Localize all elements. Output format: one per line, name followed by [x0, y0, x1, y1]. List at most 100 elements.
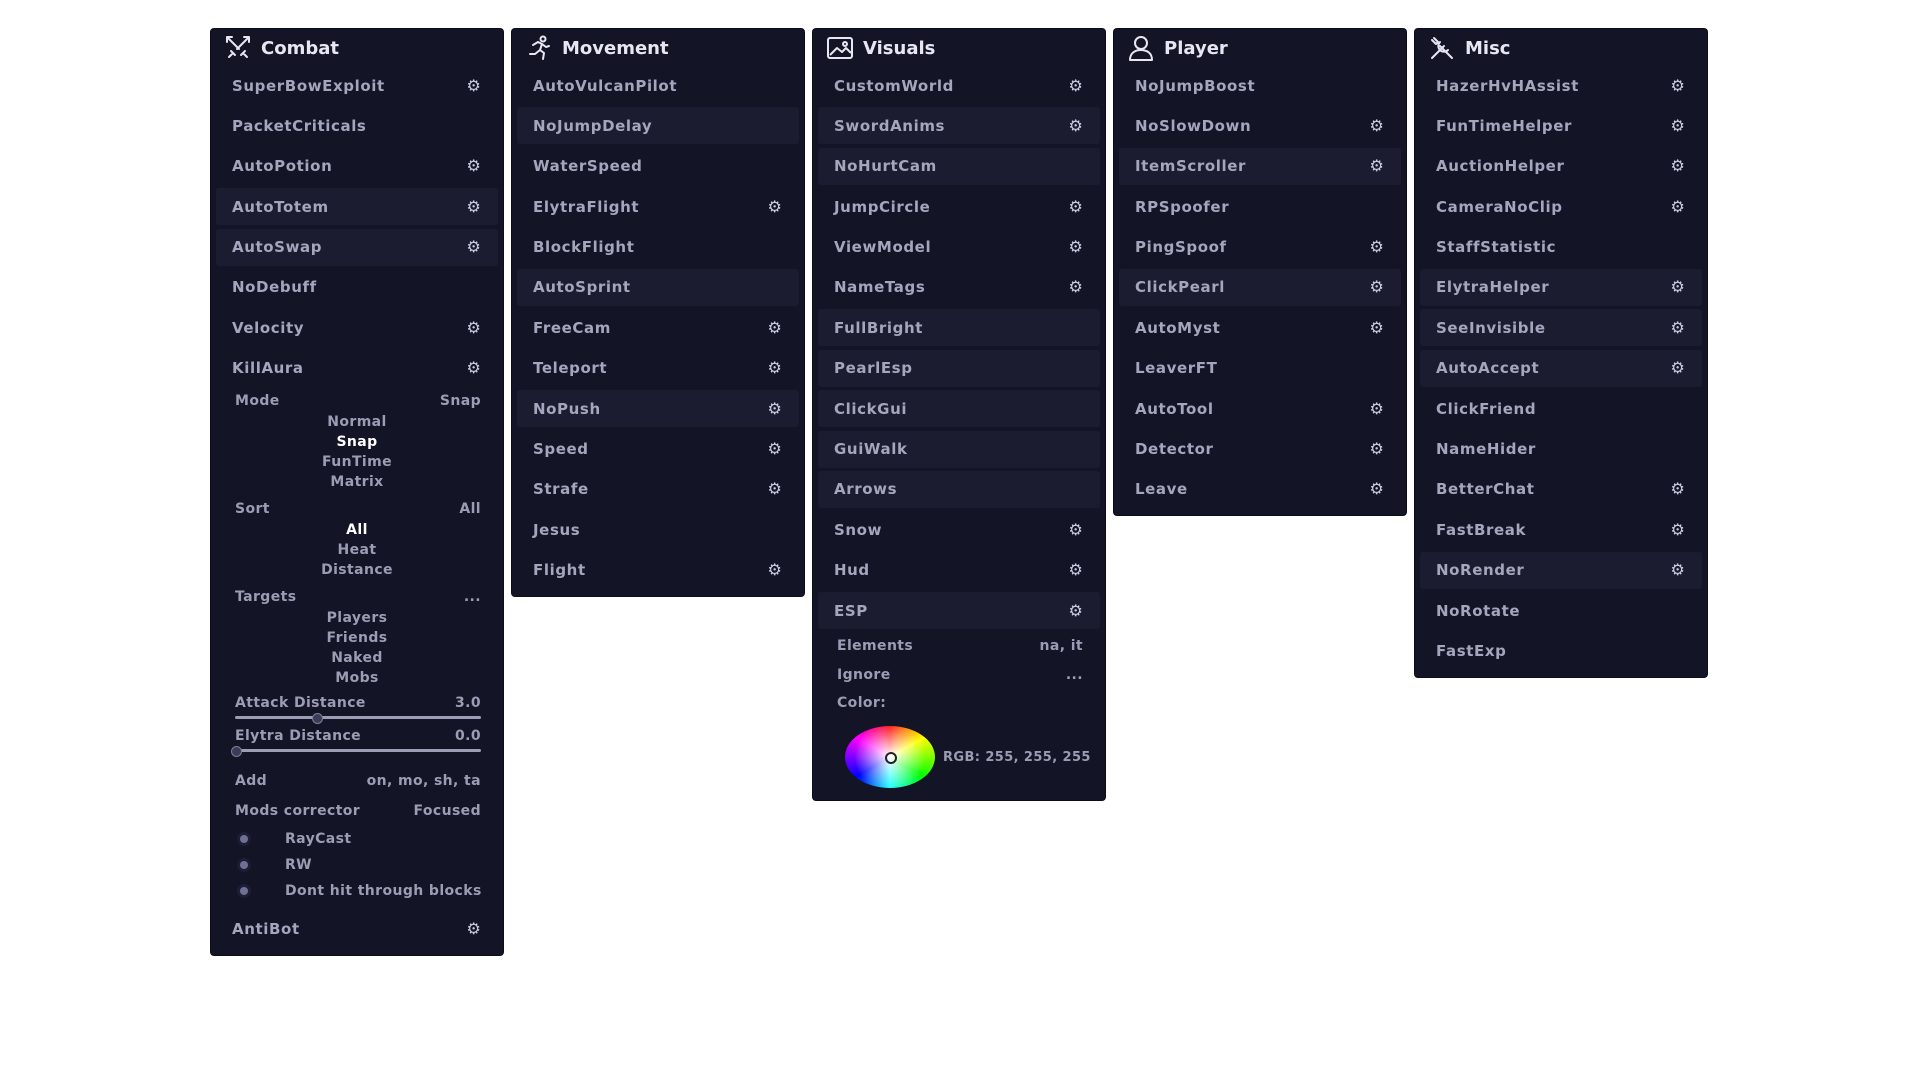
option-matrix[interactable]: Matrix [211, 472, 503, 492]
module-flight[interactable]: Flight ⚙ [517, 552, 799, 589]
gear-icon[interactable]: ⚙ [1670, 360, 1686, 376]
attack-distance-slider[interactable]: Attack Distance 3.0 [211, 694, 503, 725]
module-custom-world[interactable]: CustomWorld ⚙ [818, 67, 1100, 104]
gear-icon[interactable]: ⚙ [1670, 319, 1686, 336]
gear-icon[interactable]: ⚙ [1369, 481, 1385, 497]
gear-icon[interactable]: ⚙ [1068, 521, 1084, 538]
module-no-jump-delay[interactable]: NoJumpDelay [517, 107, 799, 145]
gear-icon[interactable]: ⚙ [1670, 117, 1686, 134]
checkbox-raycast[interactable]: RayCast [211, 826, 503, 852]
module-no-debuff[interactable]: NoDebuff [216, 269, 498, 306]
gear-icon[interactable]: ⚙ [767, 481, 783, 497]
module-teleport[interactable]: Teleport ⚙ [517, 350, 799, 387]
module-item-scroller[interactable]: ItemScroller ⚙ [1119, 147, 1401, 185]
gear-icon[interactable]: ⚙ [1068, 198, 1084, 215]
module-no-push[interactable]: NoPush ⚙ [517, 390, 799, 428]
module-click-pearl[interactable]: ClickPearl ⚙ [1119, 268, 1401, 306]
module-detector[interactable]: Detector ⚙ [1119, 431, 1401, 468]
module-arrows[interactable]: Arrows [818, 470, 1100, 508]
player-panel-header[interactable]: Player [1114, 29, 1406, 67]
gear-icon[interactable]: ⚙ [1670, 521, 1686, 538]
module-antibot[interactable]: AntiBot ⚙ [216, 910, 498, 947]
module-no-render[interactable]: NoRender ⚙ [1420, 551, 1702, 589]
module-speed[interactable]: Speed ⚙ [517, 431, 799, 468]
module-water-speed[interactable]: WaterSpeed [517, 148, 799, 185]
option-snap[interactable]: Snap [211, 432, 503, 452]
gear-icon[interactable]: ⚙ [1369, 117, 1385, 134]
gear-icon[interactable]: ⚙ [1670, 77, 1686, 94]
module-kill-aura[interactable]: KillAura ⚙ [216, 350, 498, 387]
gear-icon[interactable]: ⚙ [767, 400, 783, 417]
module-no-slow-down[interactable]: NoSlowDown ⚙ [1119, 107, 1401, 144]
sort-setting[interactable]: Sort All [211, 498, 503, 520]
module-velocity[interactable]: Velocity ⚙ [216, 309, 498, 346]
module-name-tags[interactable]: NameTags ⚙ [818, 269, 1100, 306]
module-auto-myst[interactable]: AutoMyst ⚙ [1119, 309, 1401, 346]
attack-distance-knob[interactable] [312, 713, 324, 725]
checkbox-indicator[interactable] [237, 858, 251, 873]
module-super-bow-exploit[interactable]: SuperBowExploit ⚙ [216, 67, 498, 104]
module-snow[interactable]: Snow ⚙ [818, 511, 1100, 548]
checkbox-dont-hit-through-blocks[interactable]: Dont hit through blocks [211, 878, 503, 904]
module-no-rotate[interactable]: NoRotate [1420, 592, 1702, 629]
gear-icon[interactable]: ⚙ [1670, 198, 1686, 215]
gear-icon[interactable]: ⚙ [466, 360, 482, 376]
module-view-model[interactable]: ViewModel ⚙ [818, 229, 1100, 266]
gear-icon[interactable]: ⚙ [1068, 279, 1084, 295]
module-elytra-helper[interactable]: ElytraHelper ⚙ [1420, 268, 1702, 306]
gear-icon[interactable]: ⚙ [466, 920, 482, 937]
module-camera-no-clip[interactable]: CameraNoClip ⚙ [1420, 188, 1702, 225]
gear-icon[interactable]: ⚙ [1670, 562, 1686, 578]
movement-panel-header[interactable]: Movement [512, 29, 804, 67]
module-auto-sprint[interactable]: AutoSprint [517, 268, 799, 306]
attack-distance-track[interactable] [235, 713, 481, 725]
color-picker[interactable]: RGB: 255, 255, 255 [813, 716, 1105, 790]
module-hazer-hv-hassist[interactable]: HazerHvHAssist ⚙ [1420, 67, 1702, 104]
gear-icon[interactable]: ⚙ [466, 239, 482, 255]
option-heat[interactable]: Heat [211, 540, 503, 560]
module-no-hurt-cam[interactable]: NoHurtCam [818, 147, 1100, 185]
combat-panel-header[interactable]: Combat [211, 29, 503, 67]
checkbox-rw[interactable]: RW [211, 852, 503, 878]
module-auto-potion[interactable]: AutoPotion ⚙ [216, 148, 498, 185]
gear-icon[interactable]: ⚙ [1068, 602, 1084, 619]
option-players[interactable]: Players [211, 608, 503, 628]
module-strafe[interactable]: Strafe ⚙ [517, 471, 799, 508]
gear-icon[interactable]: ⚙ [1369, 319, 1385, 336]
gear-icon[interactable]: ⚙ [1068, 77, 1084, 94]
gear-icon[interactable]: ⚙ [1369, 239, 1385, 255]
module-jesus[interactable]: Jesus [517, 511, 799, 548]
module-jump-circle[interactable]: JumpCircle ⚙ [818, 188, 1100, 225]
module-see-invisible[interactable]: SeeInvisible ⚙ [1420, 309, 1702, 347]
elements-setting[interactable]: Elements na, it [813, 632, 1105, 660]
module-click-gui[interactable]: ClickGui [818, 390, 1100, 428]
option-all[interactable]: All [211, 520, 503, 540]
gear-icon[interactable]: ⚙ [767, 198, 783, 215]
module-hud[interactable]: Hud ⚙ [818, 552, 1100, 589]
gear-icon[interactable]: ⚙ [466, 198, 482, 215]
add-setting[interactable]: Add on, mo, sh, ta [211, 766, 503, 796]
gear-icon[interactable]: ⚙ [1068, 117, 1084, 134]
module-auto-totem[interactable]: AutoTotem ⚙ [216, 188, 498, 226]
gear-icon[interactable]: ⚙ [1369, 441, 1385, 457]
module-no-jump-boost[interactable]: NoJumpBoost [1119, 67, 1401, 104]
module-elytra-flight[interactable]: ElytraFlight ⚙ [517, 188, 799, 225]
gear-icon[interactable]: ⚙ [466, 77, 482, 94]
targets-setting[interactable]: Targets ... [211, 586, 503, 608]
gear-icon[interactable]: ⚙ [1369, 400, 1385, 417]
module-click-friend[interactable]: ClickFriend [1420, 390, 1702, 427]
module-auto-vulcan-pilot[interactable]: AutoVulcanPilot [517, 67, 799, 104]
module-block-flight[interactable]: BlockFlight [517, 229, 799, 266]
module-ping-spoof[interactable]: PingSpoof ⚙ [1119, 229, 1401, 266]
gear-icon[interactable]: ⚙ [466, 319, 482, 336]
module-packet-criticals[interactable]: PacketCriticals [216, 107, 498, 144]
gear-icon[interactable]: ⚙ [767, 562, 783, 578]
option-funtime[interactable]: FunTime [211, 452, 503, 472]
module-auction-helper[interactable]: AuctionHelper ⚙ [1420, 148, 1702, 185]
option-distance[interactable]: Distance [211, 560, 503, 580]
elytra-distance-knob[interactable] [231, 746, 242, 758]
module-auto-accept[interactable]: AutoAccept ⚙ [1420, 349, 1702, 387]
checkbox-indicator[interactable] [237, 832, 251, 847]
module-fast-break[interactable]: FastBreak ⚙ [1420, 511, 1702, 548]
module-better-chat[interactable]: BetterChat ⚙ [1420, 471, 1702, 508]
